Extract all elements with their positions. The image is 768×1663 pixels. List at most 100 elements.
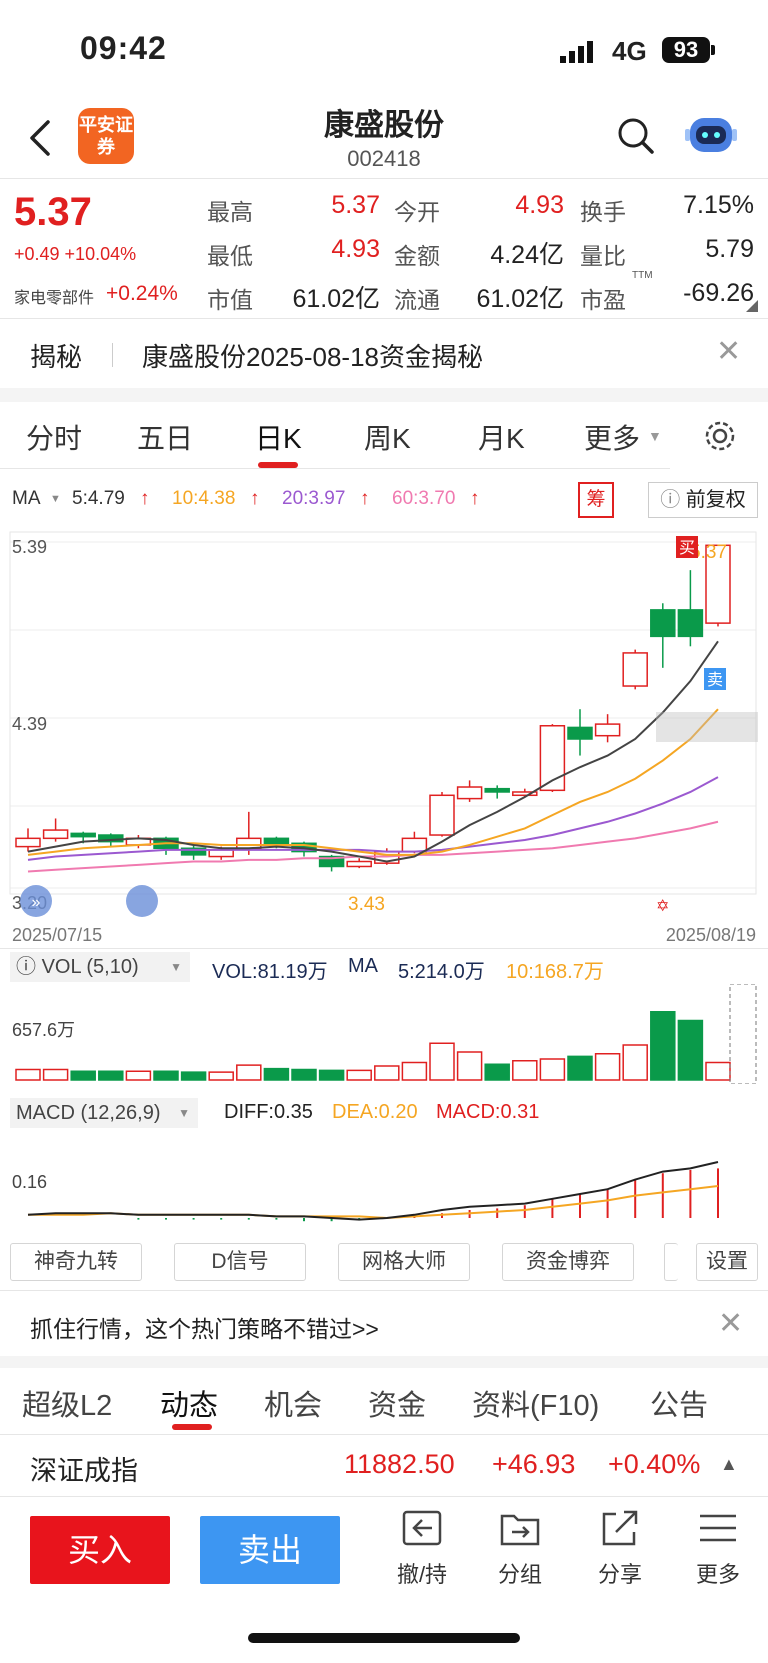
volume-selection-box: [729, 984, 757, 1084]
tab-news[interactable]: 动态: [160, 1382, 218, 1424]
chevron-up-icon[interactable]: ▲: [720, 1454, 738, 1475]
macd-axis-label: 0.16: [12, 1172, 47, 1192]
hidden-tool-button[interactable]: [664, 1243, 678, 1281]
low-label: 最低: [207, 243, 253, 269]
volume-ma10: 10:168.7万: [506, 961, 604, 983]
withdraw-hold-button[interactable]: 撤/持: [382, 1508, 462, 1589]
menu-icon: [700, 1514, 736, 1542]
section-gap: [0, 1356, 768, 1368]
sector-change[interactable]: +0.24%: [106, 282, 178, 306]
candle-up: [456, 786, 483, 800]
volume-bar-up: [208, 1071, 234, 1081]
chevron-down-icon: ▼: [178, 1106, 190, 1120]
price-axis-mid: 4.39: [12, 714, 47, 734]
share-button[interactable]: 分享: [580, 1508, 660, 1589]
search-icon[interactable]: [616, 116, 656, 156]
withdraw-label: 撤/持: [396, 1562, 448, 1587]
sell-button[interactable]: 卖出: [200, 1516, 340, 1584]
home-indicator[interactable]: [248, 1633, 520, 1643]
index-name[interactable]: 深证成指: [30, 1449, 138, 1488]
macd-diff: DIFF:0.35: [224, 1101, 313, 1123]
tool-settings-button[interactable]: 设置: [696, 1243, 758, 1281]
tab-opportunity[interactable]: 机会: [264, 1382, 322, 1424]
volume-ma5: 5:214.0万: [398, 961, 485, 983]
expand-corner-icon[interactable]: [746, 300, 758, 312]
volume-bar-up: [622, 1044, 648, 1081]
ma-dropdown-icon[interactable]: ▼: [50, 493, 61, 505]
volume-bar-up: [539, 1058, 566, 1081]
volume-ratio-label: 量比: [580, 243, 626, 269]
chevron-down-icon[interactable]: ▼: [648, 428, 662, 444]
up-arrow-icon: ↑: [250, 488, 260, 509]
info-icon: ⓘ: [16, 956, 42, 978]
divider: [0, 1496, 768, 1497]
candle-up: [594, 723, 621, 737]
tab-profile-f10[interactable]: 资料(F10): [472, 1382, 599, 1424]
grid-master-button[interactable]: 网格大师: [338, 1243, 470, 1281]
open-value: 4.93: [515, 191, 564, 219]
price-axis-top: 5.39: [12, 537, 47, 557]
stock-name: 康盛股份: [324, 109, 444, 142]
d-signal-button[interactable]: D信号: [174, 1243, 306, 1281]
back-icon[interactable]: [26, 118, 54, 158]
macd-value: MACD:0.31: [436, 1101, 540, 1123]
promo-banner[interactable]: 抓住行情，这个热门策略不错过>>: [30, 1310, 379, 1344]
chip-distribution-button[interactable]: 筹: [578, 482, 614, 518]
broker-logo: 平安证券: [78, 108, 134, 164]
tab-funds[interactable]: 资金: [368, 1382, 426, 1424]
tab-more[interactable]: 更多: [584, 417, 640, 457]
tab-intraday[interactable]: 分时: [26, 417, 82, 457]
candle-up: [346, 860, 372, 868]
candle-down: [567, 726, 593, 740]
robot-assistant-icon[interactable]: [684, 112, 738, 158]
up-arrow-icon: ↑: [360, 488, 370, 509]
info-icon: ⓘ: [660, 489, 686, 511]
reveal-link[interactable]: 康盛股份2025-08-18资金揭秘: [142, 337, 483, 374]
event-marker-icon[interactable]: ✡: [656, 898, 669, 915]
group-button[interactable]: 分组: [480, 1508, 560, 1589]
scroll-left-glyph: »: [32, 894, 41, 911]
volume-bar-up: [15, 1068, 41, 1081]
volume-bar-down: [153, 1070, 179, 1081]
tab-monthly-k[interactable]: 月K: [478, 417, 525, 457]
high-value: 5.37: [331, 191, 380, 219]
close-promo-icon[interactable]: ✕: [718, 1306, 743, 1341]
magic-nine-button[interactable]: 神奇九转: [10, 1243, 142, 1281]
index-change-pct: +0.40%: [608, 1449, 701, 1479]
up-arrow-icon: ↑: [140, 488, 150, 509]
price-change: +0.49 +10.04%: [14, 244, 137, 264]
tab-weekly-k[interactable]: 周K: [364, 417, 411, 457]
buy-button[interactable]: 买入: [30, 1516, 170, 1584]
more-button[interactable]: 更多: [678, 1508, 758, 1589]
network-type: 4G: [612, 36, 647, 66]
reset-view-icon[interactable]: [126, 885, 158, 917]
sector-name[interactable]: 家电零部件: [14, 284, 94, 308]
turnover-value: 7.15%: [683, 191, 754, 219]
pe-label: 市盈: [580, 287, 626, 313]
macd-chart[interactable]: 0.16: [0, 1130, 768, 1230]
tab-announcement[interactable]: 公告: [650, 1382, 708, 1424]
close-reveal-icon[interactable]: ✕: [716, 334, 741, 369]
fund-game-button[interactable]: 资金博弈: [502, 1243, 634, 1281]
ma-legend-name[interactable]: MA: [12, 488, 41, 510]
date-end: 2025/08/19: [666, 925, 756, 945]
float-cap-label: 流通: [394, 287, 440, 313]
volume-indicator-select[interactable]: ⓘ VOL (5,10) ▼: [10, 952, 190, 982]
ma20-value: 20:3.97: [282, 488, 346, 509]
candle-down: [484, 787, 510, 793]
adjust-mode-button[interactable]: ⓘ 前复权: [648, 482, 758, 518]
tab-five-day[interactable]: 五日: [137, 417, 193, 457]
tab-daily-k[interactable]: 日K: [255, 417, 302, 457]
macd-indicator-select[interactable]: MACD (12,26,9) ▼: [10, 1098, 198, 1128]
kline-chart[interactable]: 5.39 4.39 3.20 2025/07/15 2025/08/19 3.4…: [0, 530, 768, 950]
volume-chart[interactable]: 657.6万: [0, 984, 768, 1084]
tab-super-l2[interactable]: 超级L2: [22, 1382, 112, 1424]
macd-dea: DEA:0.20: [332, 1101, 418, 1123]
stock-code: 002418: [347, 146, 421, 171]
candle-up: [15, 837, 41, 848]
candle-up: [401, 837, 428, 853]
index-change: +46.93: [492, 1449, 576, 1479]
diff-line: [27, 1161, 719, 1221]
macd-indicator-label: MACD (12,26,9): [16, 1102, 161, 1124]
gear-icon[interactable]: [702, 418, 738, 454]
